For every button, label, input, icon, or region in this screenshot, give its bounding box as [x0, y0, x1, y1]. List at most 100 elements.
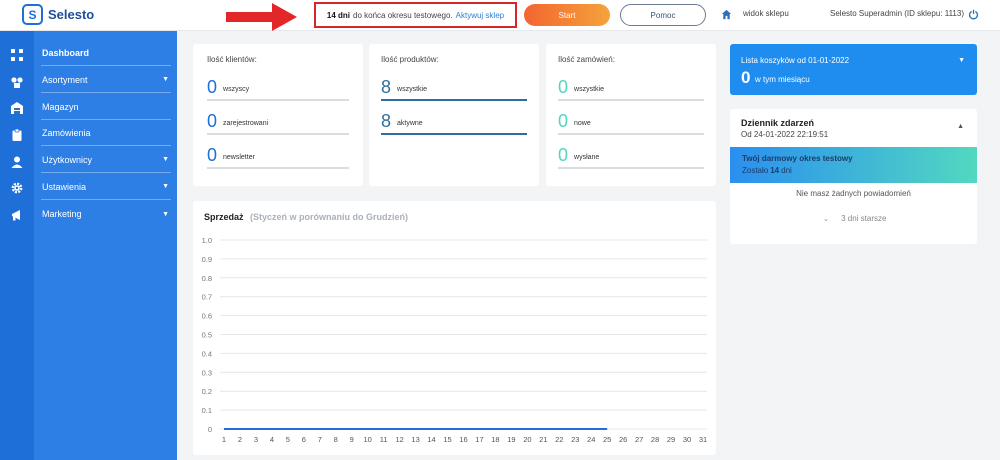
x-tick-label: 8: [334, 435, 338, 444]
x-tick-label: 12: [395, 435, 403, 444]
basket-title: Lista koszyków od 01-01-2022: [741, 56, 850, 65]
trial-banner: Twój darmowy okres testowy Zostało 14 dni: [730, 147, 977, 183]
chevron-up-icon[interactable]: ▲: [957, 123, 964, 130]
trial-banner-title: Twój darmowy okres testowy: [742, 154, 853, 163]
user-icon[interactable]: [10, 155, 23, 168]
x-tick-label: 2: [238, 435, 242, 444]
stat-row[interactable]: 0 wszystkie: [558, 78, 704, 101]
sidebar-item-label: Asortyment: [42, 74, 88, 85]
stat-label: zarejestrowani: [223, 120, 269, 127]
x-tick-label: 15: [443, 435, 451, 444]
x-tick-label: 26: [619, 435, 627, 444]
activate-shop-link[interactable]: Aktywuj sklep: [456, 11, 504, 20]
trial-days: 14 dni: [326, 10, 351, 20]
stat-label: wysłane: [574, 154, 600, 161]
stat-row[interactable]: 0 wszyscy: [207, 78, 349, 101]
older-events-label: 3 dni starsze: [841, 214, 887, 223]
x-tick-label: 6: [302, 435, 306, 444]
x-tick-label: 19: [507, 435, 515, 444]
events-title: Dziennik zdarzeń: [741, 118, 815, 128]
x-tick-label: 21: [539, 435, 547, 444]
sidebar-item-asortyment[interactable]: Asortyment ▼: [41, 67, 171, 93]
power-icon[interactable]: [968, 9, 979, 20]
stat-value: 0: [207, 145, 218, 165]
older-events-link[interactable]: ⌄ 3 dni starsze: [823, 214, 886, 223]
x-tick-label: 23: [571, 435, 579, 444]
stat-value: 0: [558, 77, 569, 97]
events-log-card: Dziennik zdarzeń Od 24-01-2022 22:19:51 …: [730, 109, 977, 244]
sidebar-item-label: Zamówienia: [42, 127, 91, 138]
sidebar-item-label: Dashboard: [42, 47, 90, 58]
x-tick-label: 16: [459, 435, 467, 444]
x-tick-label: 3: [254, 435, 258, 444]
sidebar-item-dashboard[interactable]: Dashboard: [41, 40, 171, 66]
products-card-title: Ilość produktów:: [381, 55, 439, 64]
sidebar-item-ustawienia[interactable]: Ustawienia ▼: [41, 174, 171, 200]
sidebar: Dashboard Asortyment ▼ Magazyn Zamówieni…: [34, 31, 177, 460]
stat-row[interactable]: 8 wszystkie: [381, 78, 527, 101]
sidebar-item-label: Marketing: [42, 209, 82, 219]
y-tick-label: 0.4: [202, 349, 212, 358]
clipboard-icon[interactable]: [10, 128, 23, 141]
chevron-down-icon[interactable]: ▼: [958, 57, 965, 64]
megaphone-icon[interactable]: [10, 208, 23, 221]
products-card: Ilość produktów: 8 wszystkie 8 aktywne: [369, 44, 539, 186]
chevron-down-icon: ▼: [162, 210, 169, 218]
stat-row[interactable]: 0 zarejestrowani: [207, 112, 349, 135]
stat-row[interactable]: 8 aktywne: [381, 112, 527, 135]
home-icon[interactable]: [721, 9, 732, 20]
x-tick-label: 27: [635, 435, 643, 444]
y-tick-label: 0.7: [202, 293, 212, 302]
warehouse-icon[interactable]: [10, 101, 23, 114]
stat-value: 0: [558, 145, 569, 165]
x-tick-label: 29: [667, 435, 675, 444]
basket-count: 0: [741, 68, 751, 87]
basket-sub: w tym miesiącu: [755, 75, 810, 84]
sidebar-item-uzytkownicy[interactable]: Użytkownicy ▼: [41, 147, 171, 173]
trial-banner-days: 14: [770, 166, 780, 175]
boxes-icon[interactable]: [10, 75, 23, 88]
y-tick-label: 0.8: [202, 274, 212, 283]
stat-label: newsletter: [223, 154, 255, 161]
grid-icon[interactable]: [10, 48, 23, 61]
logo-text: Selesto: [48, 7, 95, 22]
x-tick-label: 10: [364, 435, 372, 444]
stat-row[interactable]: 0 wysłane: [558, 146, 704, 169]
x-tick-label: 25: [603, 435, 611, 444]
x-tick-label: 28: [651, 435, 659, 444]
sidebar-item-magazyn[interactable]: Magazyn: [41, 94, 171, 120]
y-tick-label: 0.1: [202, 406, 212, 415]
sidebar-item-label: Ustawienia: [42, 181, 87, 192]
x-tick-label: 17: [475, 435, 483, 444]
stat-value: 0: [207, 111, 218, 131]
x-tick-label: 4: [270, 435, 274, 444]
stat-row[interactable]: 0 newsletter: [207, 146, 349, 169]
chevron-down-icon: ▼: [162, 156, 169, 163]
x-tick-label: 11: [380, 435, 388, 444]
stat-row[interactable]: 0 nowe: [558, 112, 704, 135]
start-button[interactable]: Start: [524, 4, 610, 26]
help-button[interactable]: Pomoc: [620, 4, 706, 26]
x-tick-label: 5: [286, 435, 290, 444]
stat-label: wszyscy: [223, 86, 250, 93]
admin-account-label[interactable]: Selesto Superadmin (ID sklepu: 1113): [830, 9, 964, 18]
sidebar-item-zamowienia[interactable]: Zamówienia: [41, 120, 171, 146]
x-tick-label: 22: [555, 435, 563, 444]
events-date: Od 24-01-2022 22:19:51: [741, 130, 829, 139]
shop-view-link[interactable]: widok sklepu: [743, 9, 789, 18]
stat-label: wszystkie: [574, 86, 604, 93]
sidebar-item-marketing[interactable]: Marketing ▼: [41, 201, 171, 227]
sidebar-item-label: Użytkownicy: [42, 154, 93, 165]
gear-icon[interactable]: [10, 181, 23, 194]
y-tick-label: 0.5: [202, 331, 212, 340]
orders-card-title: Ilość zamówień:: [558, 55, 615, 64]
basket-card[interactable]: Lista koszyków od 01-01-2022 ▼ 0 w tym m…: [730, 44, 977, 95]
y-tick-label: 0.3: [202, 368, 212, 377]
stat-label: wszystkie: [397, 86, 427, 93]
icon-rail: [0, 31, 34, 460]
chevron-down-icon: ▼: [162, 183, 169, 190]
sidebar-item-label: Magazyn: [42, 101, 79, 112]
x-tick-label: 9: [350, 435, 354, 444]
logo[interactable]: S Selesto: [22, 4, 94, 25]
trial-banner-sub: Zostało 14 dni: [742, 166, 792, 175]
